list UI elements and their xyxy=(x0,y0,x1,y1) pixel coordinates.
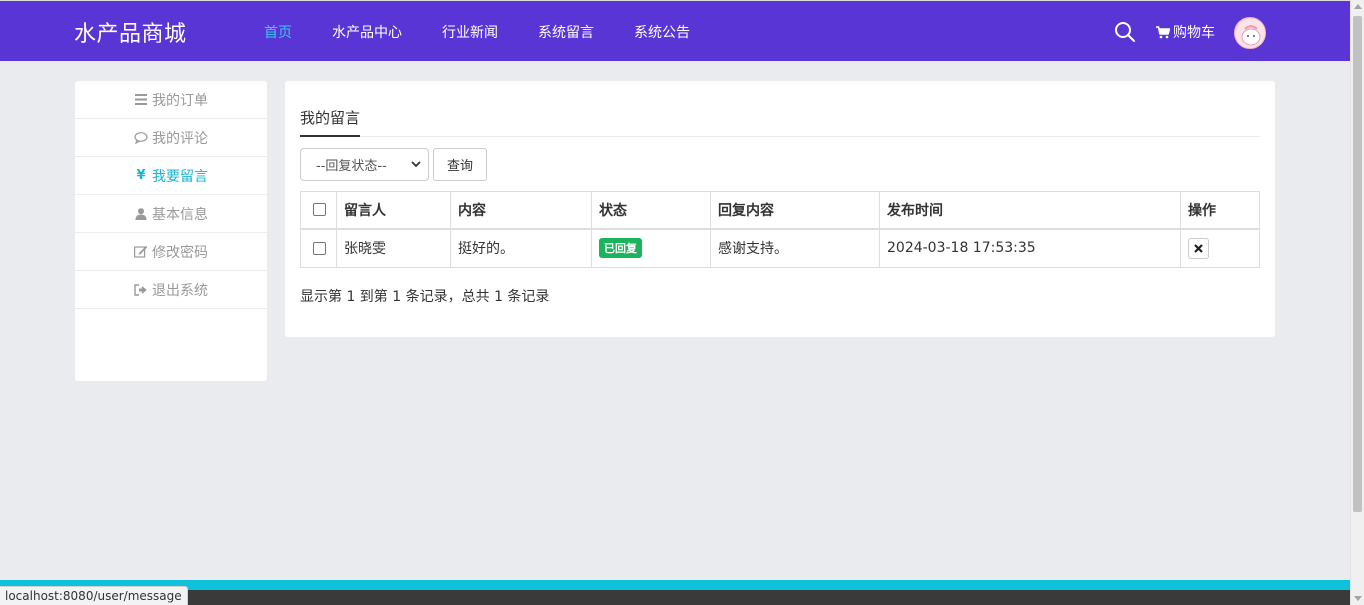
search-icon[interactable] xyxy=(1114,21,1136,43)
list-icon xyxy=(135,94,147,105)
cell-reply: 感谢支持。 xyxy=(710,228,880,268)
column-header: 留言人 xyxy=(336,191,451,230)
chevron-down-icon xyxy=(411,161,421,168)
pagination-info: 显示第 1 到第 1 条记录，总共 1 条记录 xyxy=(300,289,550,305)
scroll-down-arrow-icon[interactable] xyxy=(1354,596,1362,601)
avatar-icon xyxy=(1236,19,1265,48)
table-row: 张晓雯 挺好的。 已回复 感谢支持。 2024-03-18 17:53:35 xyxy=(300,228,1260,268)
sidebar-item-logout[interactable]: 退出系统 xyxy=(75,271,267,309)
yen-icon: ¥ xyxy=(136,168,146,183)
user-sidebar: 我的订单 我的评论 ¥ 我要留言 基本信息 修改密码 退出系统 xyxy=(75,81,267,381)
scroll-thumb[interactable] xyxy=(1353,16,1362,512)
comment-icon xyxy=(134,131,148,144)
nav-news[interactable]: 行业新闻 xyxy=(442,22,498,42)
cell-status: 已回复 xyxy=(591,228,711,268)
sidebar-item-leave-message[interactable]: ¥ 我要留言 xyxy=(75,157,267,195)
tab-my-messages[interactable]: 我的留言 xyxy=(300,107,360,137)
nav-home[interactable]: 首页 xyxy=(264,22,292,42)
cart-icon xyxy=(1156,25,1170,38)
select-all-checkbox[interactable] xyxy=(313,203,326,217)
user-icon xyxy=(135,207,147,220)
sidebar-item-change-password[interactable]: 修改密码 xyxy=(75,233,267,271)
message-table: 留言人 内容 状态 回复内容 发布时间 操作 张晓雯 挺好的。 已回复 感谢支持… xyxy=(300,191,1260,268)
sidebar-item-label: 修改密码 xyxy=(152,244,208,261)
avatar[interactable] xyxy=(1234,17,1266,49)
table-header-row: 留言人 内容 状态 回复内容 发布时间 操作 xyxy=(300,191,1260,230)
sidebar-item-label: 基本信息 xyxy=(152,206,208,223)
sidebar-item-label: 我的订单 xyxy=(152,92,208,109)
reply-status-select[interactable]: --回复状态-- xyxy=(300,148,429,181)
edit-icon xyxy=(134,246,148,258)
row-select-cell xyxy=(300,228,337,268)
sidebar-item-comments[interactable]: 我的评论 xyxy=(75,119,267,157)
cell-content: 挺好的。 xyxy=(450,228,592,268)
panel-tabs: 我的留言 xyxy=(300,103,1260,137)
scroll-up-arrow-icon[interactable] xyxy=(1354,4,1362,9)
message-panel: 我的留言 --回复状态-- 查询 留言人 内容 状态 回复内容 发布时间 操作 xyxy=(285,81,1275,337)
header-select-all xyxy=(300,191,337,230)
sign-out-icon xyxy=(134,283,147,296)
top-navbar: 水产品商城 首页 水产品中心 行业新闻 系统留言 系统公告 购物车 xyxy=(0,0,1350,61)
delete-button[interactable] xyxy=(1188,237,1209,259)
column-header: 操作 xyxy=(1180,191,1260,230)
column-header: 发布时间 xyxy=(879,191,1181,230)
column-header: 状态 xyxy=(591,191,711,230)
query-button[interactable]: 查询 xyxy=(433,148,487,181)
sidebar-item-label: 我要留言 xyxy=(152,168,208,185)
page-scrollbar[interactable] xyxy=(1350,0,1364,605)
cart-label: 购物车 xyxy=(1173,25,1215,41)
status-bar-url: localhost:8080/user/message xyxy=(0,586,188,605)
nav-messages[interactable]: 系统留言 xyxy=(538,22,594,42)
status-badge: 已回复 xyxy=(599,238,642,259)
reply-status-selected: --回复状态-- xyxy=(316,159,387,174)
sidebar-item-label: 我的评论 xyxy=(152,130,208,147)
column-header: 内容 xyxy=(450,191,592,230)
column-header: 回复内容 xyxy=(710,191,880,230)
row-checkbox[interactable] xyxy=(313,241,326,255)
brand-logo[interactable]: 水产品商城 xyxy=(74,16,187,48)
nav-announcements[interactable]: 系统公告 xyxy=(634,22,690,42)
cell-actions xyxy=(1180,228,1260,268)
sidebar-item-profile[interactable]: 基本信息 xyxy=(75,195,267,233)
sidebar-item-orders[interactable]: 我的订单 xyxy=(75,81,267,119)
footer-bar xyxy=(0,590,1350,605)
cell-time: 2024-03-18 17:53:35 xyxy=(879,228,1181,268)
close-icon xyxy=(1194,243,1203,253)
footer-accent-line xyxy=(0,580,1350,590)
cart-link[interactable]: 购物车 xyxy=(1156,22,1215,42)
nav-products[interactable]: 水产品中心 xyxy=(332,22,402,42)
cell-author: 张晓雯 xyxy=(336,228,451,268)
sidebar-item-label: 退出系统 xyxy=(152,282,208,299)
